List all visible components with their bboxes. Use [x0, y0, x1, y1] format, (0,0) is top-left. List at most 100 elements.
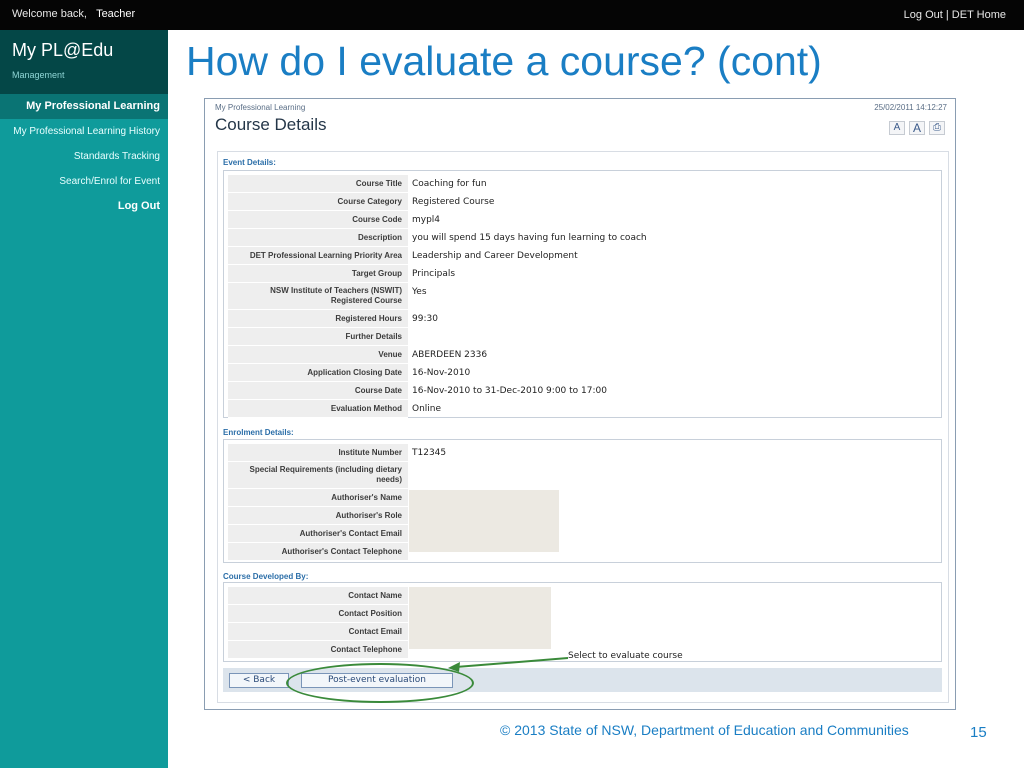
page-number: 15 [970, 724, 987, 741]
event-detail-label: Course Title [228, 175, 408, 193]
enrolment-detail-label: Authoriser's Contact Telephone [228, 543, 408, 561]
event-detail-value [408, 328, 937, 346]
enrolment-detail-label: Authoriser's Contact Email [228, 525, 408, 543]
developer-detail-label: Contact Email [228, 623, 408, 641]
event-detail-value: Coaching for fun [412, 179, 487, 189]
event-detail-row: Registered Hours 99:30 [228, 310, 937, 328]
event-detail-label: Registered Hours [228, 310, 408, 328]
app-subtitle: Management [12, 70, 65, 80]
enrolment-detail-row: Authoriser's Contact Email [228, 525, 937, 543]
event-detail-value: 16-Nov-2010 to 31-Dec-2010 9:00 to 17:00 [412, 386, 607, 396]
event-detail-row: Evaluation Method Online [228, 400, 937, 418]
back-button[interactable]: < Back [229, 673, 289, 688]
sidebar: My PL@Edu Management My Professional Lea… [0, 30, 168, 768]
event-detail-label: DET Professional Learning Priority Area [228, 247, 408, 265]
event-detail-row: Description you will spend 15 days having… [228, 229, 937, 247]
sidebar-nav: My Professional Learning My Professional… [0, 94, 168, 194]
event-detail-row: DET Professional Learning Priority Area L… [228, 247, 937, 265]
event-detail-row: Course Title Coaching for fun [228, 175, 937, 193]
developer-detail-row: Contact Name [228, 587, 937, 605]
event-detail-value: ABERDEEN 2336 [412, 350, 488, 360]
sidebar-item-search-enrol[interactable]: Search/Enrol for Event [0, 169, 168, 194]
breadcrumb[interactable]: My Professional Learning [215, 103, 305, 112]
page-heading: Course Details [215, 115, 327, 134]
timestamp: 25/02/2011 14:12:27 [874, 103, 947, 112]
copyright-footer: © 2013 State of NSW, Department of Educa… [500, 722, 909, 738]
event-detail-value: Yes [412, 287, 427, 297]
welcome-message: Welcome back, Teacher [12, 8, 135, 20]
developed-section-title: Course Developed By: [223, 572, 309, 581]
event-detail-label: Course Code [228, 211, 408, 229]
app-title: My PL@Edu [12, 40, 114, 60]
callout-text: Select to evaluate course [568, 651, 683, 661]
logout-link[interactable]: Log Out [904, 9, 943, 21]
event-detail-row: Course Category Registered Course [228, 193, 937, 211]
event-detail-value: you will spend 15 days having fun learni… [412, 233, 647, 243]
event-detail-label: Course Date [228, 382, 408, 400]
enrolment-detail-row: Authoriser's Name [228, 489, 937, 507]
enrolment-detail-row: Authoriser's Contact Telephone [228, 543, 937, 561]
event-detail-row: Application Closing Date 16-Nov-2010 [228, 364, 937, 382]
event-detail-label: NSW Institute of Teachers (NSWIT) Regist… [228, 283, 408, 310]
enrolment-detail-row: Special Requirements (including dietary … [228, 462, 937, 489]
event-detail-label: Further Details [228, 328, 408, 346]
event-detail-row: NSW Institute of Teachers (NSWIT) Regist… [228, 283, 937, 310]
event-detail-row: Venue ABERDEEN 2336 [228, 346, 937, 364]
slide-title: How do I evaluate a course? (cont) [186, 38, 822, 84]
top-links: Log Out | DET Home [904, 9, 1006, 21]
event-detail-row: Course Date 16-Nov-2010 to 31-Dec-2010 9:… [228, 382, 937, 400]
developed-by-box: Contact Name Contact Position Contact Emai… [223, 582, 942, 662]
details-form: Event Details: Course Title Coaching for … [217, 151, 949, 703]
sidebar-item-standards-tracking[interactable]: Standards Tracking [0, 144, 168, 169]
enrolment-section-title: Enrolment Details: [223, 428, 294, 437]
enrolment-detail-label: Special Requirements (including dietary … [228, 462, 408, 489]
event-detail-row: Course Code mypl4 [228, 211, 937, 229]
event-details-box: Course Title Coaching for fun Course Categ… [223, 170, 942, 418]
enrolment-detail-value: T12345 [412, 448, 447, 458]
event-detail-label: Target Group [228, 265, 408, 283]
text-size-large-button[interactable]: A [909, 121, 925, 135]
developer-detail-label: Contact Position [228, 605, 408, 623]
event-detail-label: Evaluation Method [228, 400, 408, 418]
enrolment-detail-label: Authoriser's Role [228, 507, 408, 525]
text-tools: A A ⎙ [889, 121, 945, 135]
brand-block: My PL@Edu Management [0, 30, 168, 94]
developer-detail-row: Contact Position [228, 605, 937, 623]
user-name: Teacher [96, 8, 136, 20]
det-home-link[interactable]: DET Home [952, 9, 1006, 21]
enrolment-detail-row: Authoriser's Role [228, 507, 937, 525]
event-detail-label: Venue [228, 346, 408, 364]
event-detail-row: Further Details [228, 328, 937, 346]
event-detail-row: Target Group Principals [228, 265, 937, 283]
event-detail-value: 16-Nov-2010 [412, 368, 471, 378]
event-detail-value: Leadership and Career Development [412, 251, 578, 261]
enrolment-details-box: Institute Number T12345 Special Requiremen… [223, 439, 942, 563]
event-detail-value: Principals [412, 269, 456, 279]
sidebar-logout[interactable]: Log Out [0, 200, 168, 212]
event-detail-value: 99:30 [412, 314, 438, 324]
enrolment-detail-row: Institute Number T12345 [228, 444, 937, 462]
redacted-authoriser-block [409, 490, 559, 552]
event-detail-value: mypl4 [412, 215, 441, 225]
event-detail-value: Registered Course [412, 197, 495, 207]
link-separator: | [942, 9, 952, 21]
text-size-small-button[interactable]: A [889, 121, 905, 135]
print-icon[interactable]: ⎙ [929, 121, 945, 135]
event-section-title: Event Details: [223, 158, 276, 167]
enrolment-detail-value [408, 462, 937, 489]
event-detail-label: Description [228, 229, 408, 247]
event-detail-value: Online [412, 404, 442, 414]
welcome-text: Welcome back, [12, 8, 87, 20]
callout-arrow [448, 657, 569, 672]
developer-detail-label: Contact Name [228, 587, 408, 605]
sidebar-item-my-professional-learning[interactable]: My Professional Learning [0, 94, 168, 119]
developer-detail-label: Contact Telephone [228, 641, 408, 659]
enrolment-detail-label: Authoriser's Name [228, 489, 408, 507]
event-detail-label: Course Category [228, 193, 408, 211]
course-details-panel: My Professional Learning 25/02/2011 14:1… [204, 98, 956, 710]
sidebar-item-learning-history[interactable]: My Professional Learning History [0, 119, 168, 144]
developer-detail-row: Contact Email [228, 623, 937, 641]
redacted-contact-block [409, 587, 551, 649]
top-bar: Welcome back, Teacher Log Out | DET Home [0, 0, 1024, 30]
event-detail-label: Application Closing Date [228, 364, 408, 382]
